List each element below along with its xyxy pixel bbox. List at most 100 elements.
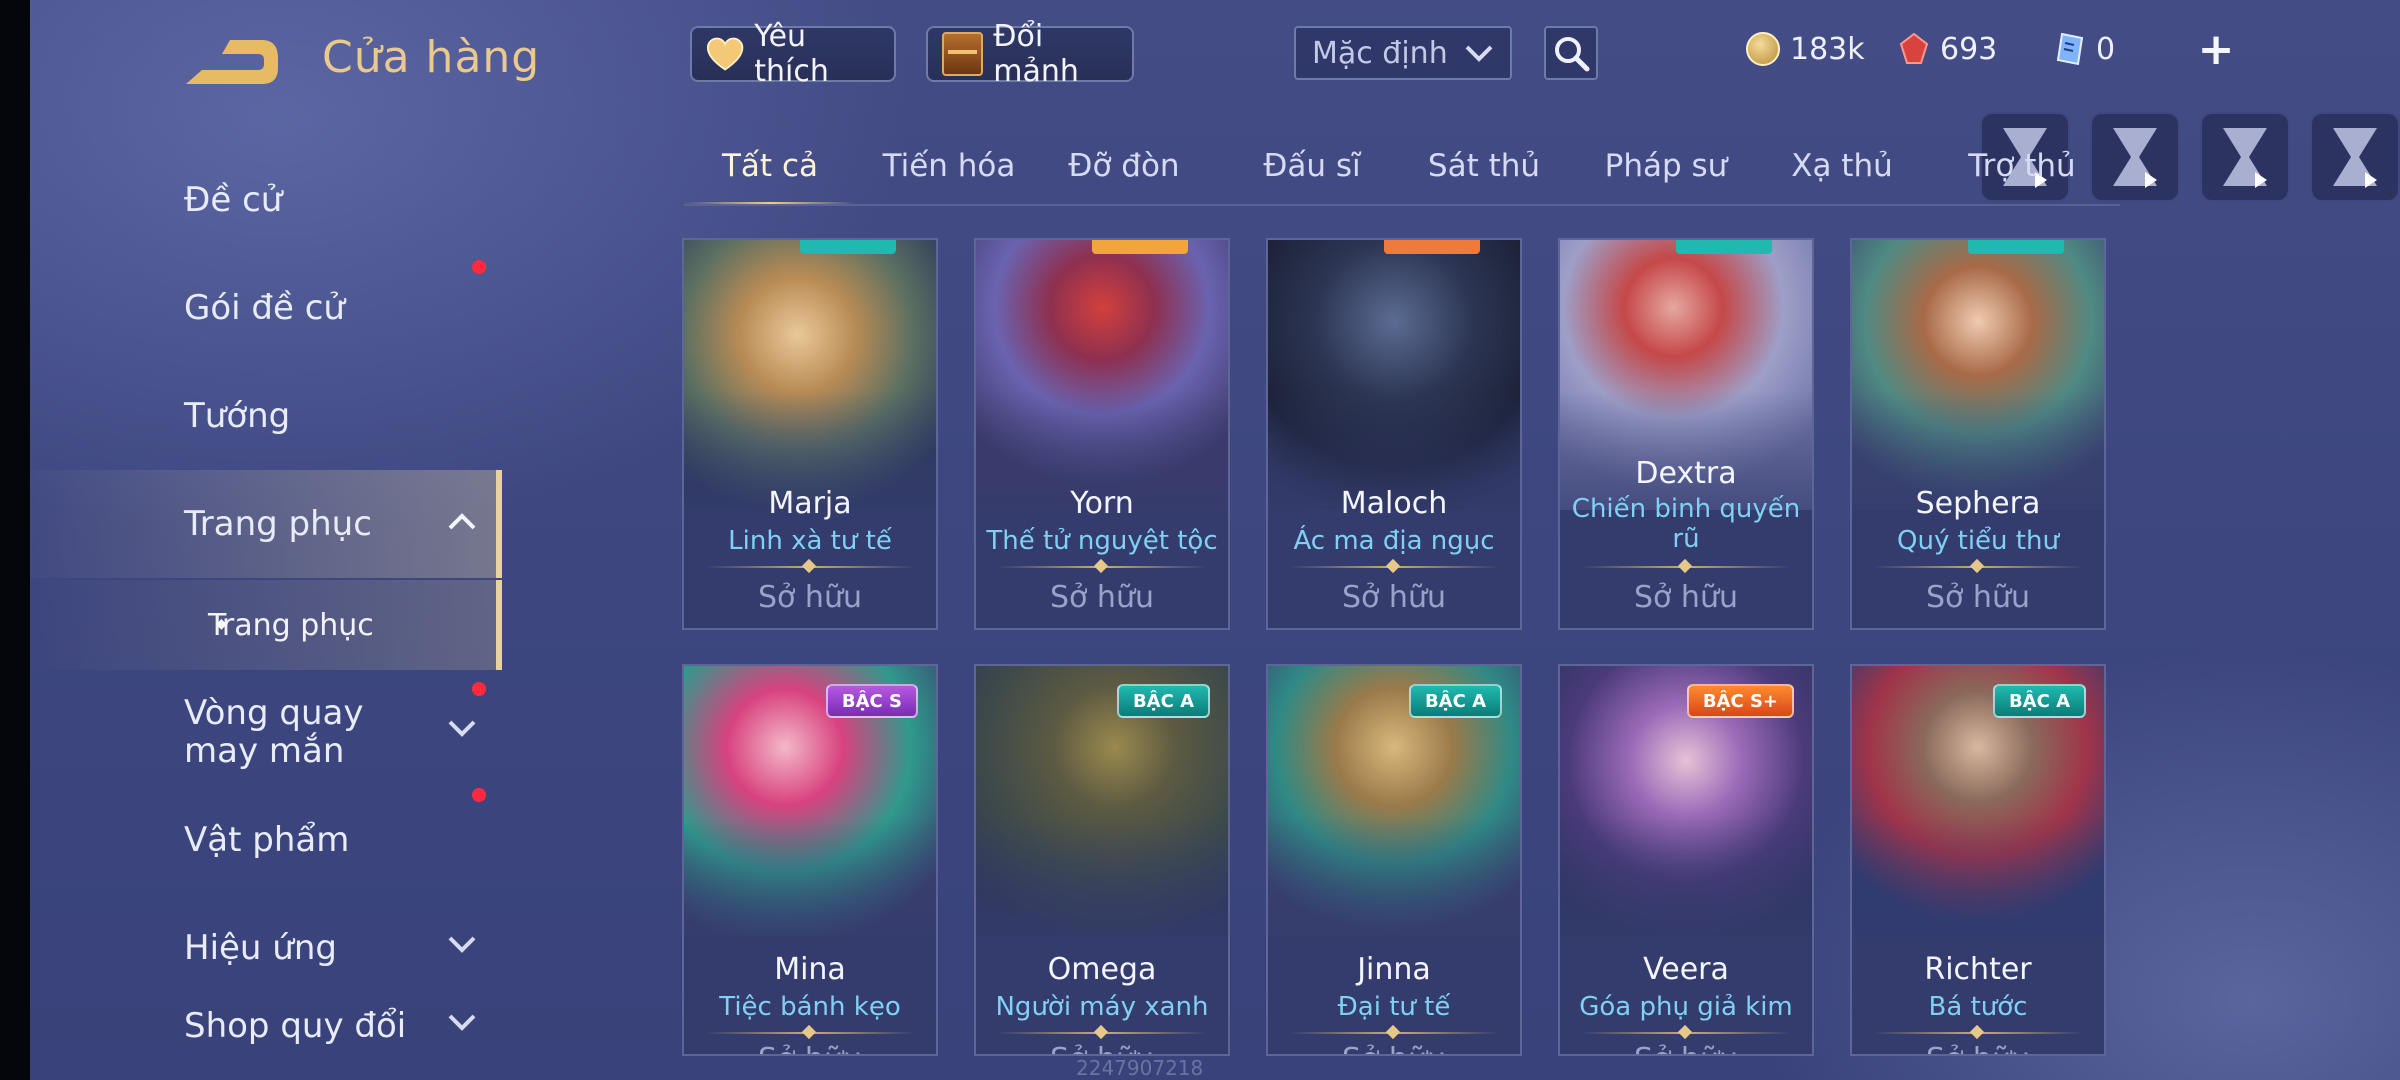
skin-name: Đại tư tế: [1337, 992, 1451, 1022]
skin-grid: Marja Linh xà tư tế Sở hữu Yorn Thế tử n…: [682, 238, 2112, 1080]
gold-balance: 183k: [1746, 26, 1865, 72]
divider: [1290, 566, 1498, 568]
tab-support[interactable]: Trợ thủ: [1936, 148, 2108, 204]
tier-badge: BẬC A: [1408, 684, 1502, 718]
ruby-amount: 693: [1940, 31, 1998, 67]
owned-status: Sở hữu: [1560, 1042, 1812, 1054]
chevron-down-icon: [448, 720, 476, 737]
skin-card[interactable]: Marja Linh xà tư tế Sở hữu: [682, 238, 938, 630]
tab-label: Xạ thủ: [1791, 148, 1893, 184]
tab-label: Đỡ đòn: [1068, 148, 1180, 184]
sidebar-item-label: Shop quy đổi: [184, 1006, 407, 1046]
search-button[interactable]: [1544, 26, 1598, 80]
tab-tank[interactable]: Đỡ đòn: [1040, 148, 1208, 204]
ruby-balance: 693: [1898, 26, 1997, 72]
skin-name: Linh xà tư tế: [728, 526, 892, 556]
exchange-label: Đổi mảnh: [993, 19, 1079, 89]
sort-dropdown[interactable]: Mặc định: [1294, 26, 1512, 80]
skin-card[interactable]: BẬC A Jinna Đại tư tế Sở hữu: [1266, 664, 1522, 1056]
owned-status: Sở hữu: [1050, 580, 1154, 615]
skin-card[interactable]: BẬC S Mina Tiệc bánh kẹo Sở hữu: [682, 664, 938, 1056]
sidebar-item-heroes[interactable]: Tướng: [30, 362, 502, 470]
skin-card[interactable]: BẬC A Richter Bá tước Sở hữu: [1850, 664, 2106, 1056]
owned-status: Sở hữu: [684, 1042, 936, 1054]
tier-badge: BẬC S+: [1686, 684, 1794, 718]
tab-assassin[interactable]: Sát thủ: [1398, 148, 1570, 204]
divider: [998, 1032, 1206, 1034]
favorite-button[interactable]: Yêu thích: [690, 19, 896, 89]
skin-card[interactable]: Dextra Chiến binh quyến rũ Sở hữu: [1558, 238, 1814, 630]
sidebar-item-label: Hiệu ứng: [184, 928, 337, 968]
card-amount: 0: [2096, 31, 2116, 67]
video-reward-button-4[interactable]: [2310, 112, 2400, 202]
skin-name: Góa phụ giả kim: [1579, 992, 1793, 1022]
sidebar-item-skins[interactable]: Trang phục: [30, 470, 502, 578]
card-balance: 0: [2054, 26, 2115, 72]
tier-badge: BẬC A: [1992, 684, 2086, 718]
tab-fighter[interactable]: Đấu sĩ: [1226, 148, 1398, 204]
plus-icon[interactable]: +: [2196, 24, 2236, 75]
gold-coin-icon: [1746, 32, 1780, 66]
sidebar-item-recommended-packs[interactable]: Gói đề cử: [30, 254, 502, 362]
sidebar-item-label: Vật phẩm: [184, 820, 350, 860]
hero-name: Richter: [1924, 952, 2032, 987]
sidebar-item-exchange-shop[interactable]: Shop quy đổi: [30, 972, 502, 1080]
tab-label: Sát thủ: [1427, 148, 1541, 184]
card-icon: [2056, 32, 2084, 66]
shop-screen: Cửa hàng Yêu thích Đổi mảnh Mặc định 183…: [0, 0, 2400, 1080]
hero-name: Yorn: [1070, 486, 1134, 521]
skin-name: Thế tử nguyệt tộc: [986, 526, 1218, 556]
back-arrow-icon: [186, 40, 278, 84]
divider: [706, 566, 914, 568]
sidebar-item-label: Vòng quay may mắn: [184, 693, 364, 771]
hero-name: Mina: [774, 952, 846, 987]
hero-name: Sephera: [1915, 486, 2041, 521]
tab-all[interactable]: Tất cả: [684, 148, 856, 204]
tier-badge: BẬC S: [825, 684, 918, 718]
chevron-down-icon: [1465, 45, 1493, 62]
divider: [1582, 566, 1790, 568]
sidebar-subitem-skins[interactable]: Trang phục: [30, 580, 502, 670]
page-title: Cửa hàng: [322, 32, 541, 83]
notification-dot: [472, 788, 486, 802]
search-icon: [1555, 37, 1590, 72]
tab-label: Tiến hóa: [882, 148, 1016, 184]
skin-name: Bá tước: [1928, 992, 2028, 1022]
sidebar-item-recommended[interactable]: Đề cử: [30, 146, 502, 254]
favorite-label: Yêu thích: [754, 19, 829, 89]
owned-status: Sở hữu: [1342, 580, 1446, 615]
sidebar-item-lucky-spin[interactable]: Vòng quay may mắn: [30, 678, 502, 786]
divider: [706, 1032, 914, 1034]
tier-badge: [1968, 240, 2064, 254]
owned-status: Sở hữu: [1852, 1042, 2104, 1054]
divider: [1874, 566, 2082, 568]
skin-card[interactable]: BẬC S+ Veera Góa phụ giả kim Sở hữu: [1558, 664, 1814, 1056]
hourglass-play-icon: [2333, 128, 2377, 188]
tab-label: Pháp sư: [1604, 148, 1728, 184]
tab-label: Tất cả: [722, 148, 818, 184]
skin-name: Quý tiểu thư: [1897, 526, 2059, 556]
exchange-fragments-button[interactable]: Đổi mảnh: [926, 19, 1134, 89]
skin-name: Ác ma địa ngục: [1293, 526, 1495, 556]
sidebar: Đề cử Gói đề cử Tướng Trang phục Trang p…: [30, 130, 502, 1080]
tab-label: Đấu sĩ: [1263, 148, 1361, 184]
tab-evolution[interactable]: Tiến hóa: [862, 148, 1036, 204]
skin-card[interactable]: Sephera Quý tiểu thư Sở hữu: [1850, 238, 2106, 630]
tab-marksman[interactable]: Xạ thủ: [1756, 148, 1928, 204]
skin-card[interactable]: Maloch Ác ma địa ngục Sở hữu: [1266, 238, 1522, 630]
chevron-down-icon: [448, 936, 476, 953]
tab-mage[interactable]: Pháp sư: [1576, 148, 1756, 204]
tier-badge: [1676, 240, 1772, 254]
skin-name: Chiến binh quyến rũ: [1571, 494, 1801, 554]
sidebar-item-label: Trang phục: [184, 504, 372, 544]
sidebar-item-items[interactable]: Vật phẩm: [30, 786, 502, 894]
skin-card[interactable]: Yorn Thế tử nguyệt tộc Sở hữu: [974, 238, 1230, 630]
skin-card[interactable]: BẬC A Omega Người máy xanh Sở hữu: [974, 664, 1230, 1056]
video-reward-button-3[interactable]: [2200, 112, 2290, 202]
notification-dot: [472, 682, 486, 696]
back-button[interactable]: [180, 34, 284, 90]
tab-label: Trợ thủ: [1968, 148, 2076, 184]
hero-name: Jinna: [1357, 952, 1431, 987]
chest-icon: [942, 32, 984, 76]
sort-value: Mặc định: [1312, 35, 1448, 71]
